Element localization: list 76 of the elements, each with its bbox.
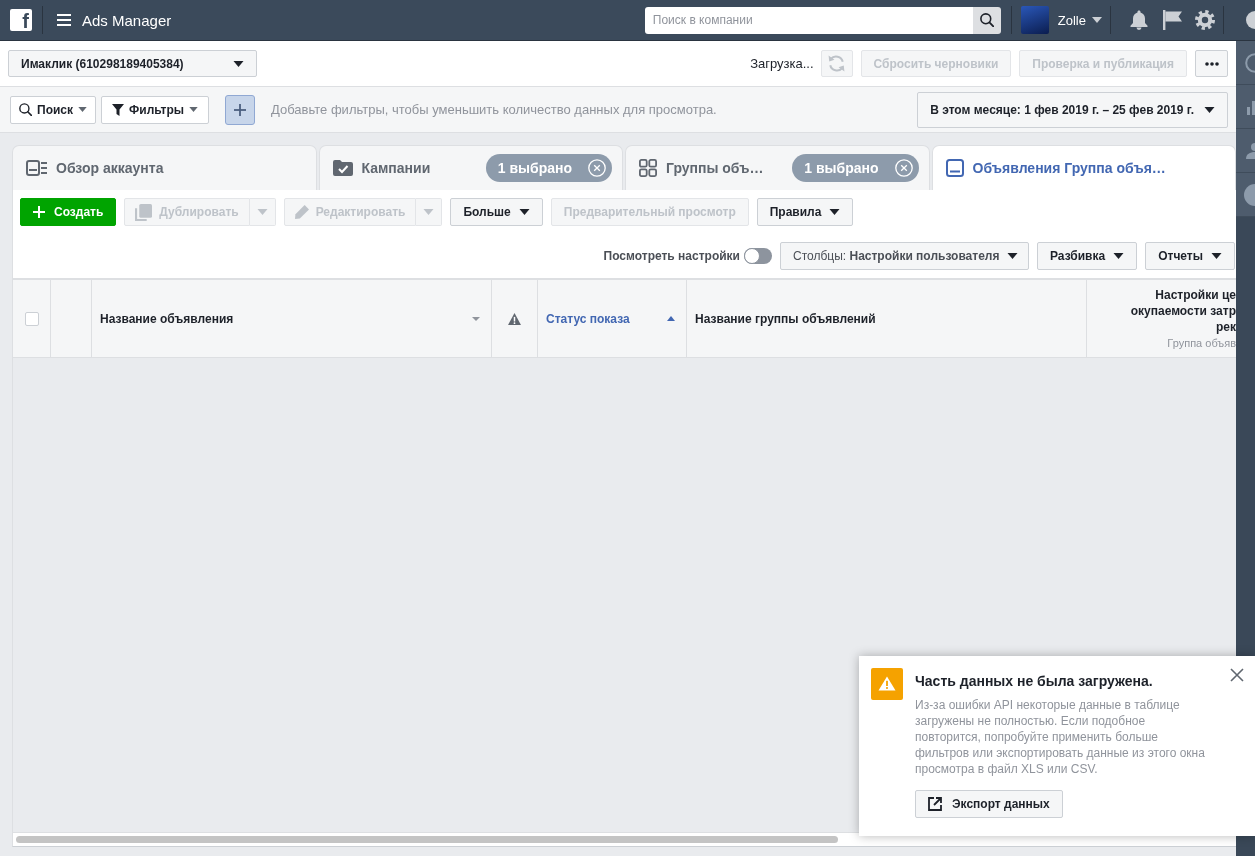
app-title: Ads Manager <box>82 11 172 29</box>
loading-status: Загрузка... <box>750 56 814 71</box>
search-button[interactable] <box>972 6 1001 34</box>
caret-icon <box>189 107 199 112</box>
caret-icon <box>78 107 87 112</box>
settings-toggle[interactable] <box>744 248 772 264</box>
plus-icon <box>33 206 45 218</box>
account-selector[interactable]: Имаклик (610298189405384) <box>8 50 257 77</box>
notification-title: Часть данных не была загружена. <box>915 672 1153 690</box>
dropdown-button[interactable]: Правила <box>756 198 854 226</box>
filter-hint: Добавьте фильтры, чтобы уменьшить количество данных для просмотра. <box>271 102 717 117</box>
sort-up-icon <box>667 316 675 321</box>
tab[interactable]: Группы объ… 1 выбрано <box>625 145 930 190</box>
caret-icon <box>829 209 841 215</box>
dashboard-icon <box>26 160 47 176</box>
column-header[interactable]: Название группы объявлений <box>695 311 876 326</box>
tab[interactable]: Кампании 1 выбрано <box>318 145 623 190</box>
date-range-button[interactable]: В этом месяце: 1 фев 2019 г. – 25 фев 2019 г. <box>917 91 1228 128</box>
caret-icon <box>1211 253 1222 259</box>
pencil-icon <box>294 205 309 219</box>
caret-icon <box>1204 106 1215 113</box>
filter-icon <box>112 103 124 116</box>
account-menu[interactable]: Zolle <box>1057 12 1102 28</box>
plus-icon <box>234 103 247 116</box>
caret-icon <box>1007 253 1019 259</box>
caret-icon <box>233 60 244 67</box>
search-icon <box>19 103 32 116</box>
search-icon <box>979 13 994 27</box>
toggle-label: Посмотреть настройки <box>603 249 740 263</box>
warning-icon <box>508 312 521 325</box>
tab[interactable]: Обзор аккаунта <box>12 145 317 190</box>
column-header[interactable]: Настройки це окупаемости затр рек <box>1130 286 1236 335</box>
flag-icon[interactable] <box>1163 10 1182 30</box>
export-icon <box>928 797 942 811</box>
dropdown-button[interactable]: Больше <box>450 198 543 226</box>
add-filter-button[interactable] <box>225 94 256 125</box>
select-all-checkbox[interactable] <box>24 311 39 326</box>
search-field[interactable]: Поиск в компании <box>644 6 973 34</box>
caret-icon <box>256 209 268 215</box>
reports-button[interactable]: Отчеты <box>1145 242 1235 270</box>
columns-button[interactable]: Столбцы: Настройки пользователя <box>780 242 1029 270</box>
account-logo-placeholder <box>1020 6 1049 34</box>
search-button[interactable]: Поиск <box>10 95 96 124</box>
bar-chart-icon[interactable] <box>1247 98 1255 115</box>
chip-label: 1 выбрано <box>497 160 572 176</box>
bell-icon[interactable] <box>1130 10 1148 30</box>
export-button[interactable]: Экспорт данных <box>915 790 1063 818</box>
tab[interactable]: Объявления Группа объя… <box>931 145 1236 190</box>
copy-icon <box>135 203 153 221</box>
clear-icon[interactable] <box>894 159 913 177</box>
logo[interactable]: f <box>10 9 32 31</box>
folder-check-icon <box>332 160 353 176</box>
column-header[interactable]: Название объявления <box>100 311 234 326</box>
caret-icon[interactable] <box>472 316 480 321</box>
more-icon <box>1204 61 1219 66</box>
column-header[interactable]: Статус показа <box>546 311 630 326</box>
refresh-icon <box>828 55 846 72</box>
warning-icon <box>871 668 903 700</box>
close-icon[interactable] <box>1230 668 1244 682</box>
clear-icon[interactable] <box>588 159 606 177</box>
grid-icon <box>639 159 657 177</box>
chip-label: 1 выбрано <box>804 160 879 176</box>
column-subtitle: Группа объяв <box>1167 335 1236 351</box>
caret-icon <box>518 209 530 215</box>
menu-icon[interactable] <box>57 14 71 26</box>
screen-icon <box>945 159 964 177</box>
scrollbar-thumb[interactable] <box>16 836 838 843</box>
breakdown-button[interactable]: Разбивка <box>1037 242 1138 270</box>
more-button[interactable] <box>1195 50 1228 77</box>
filters-button[interactable]: Фильтры <box>101 95 210 124</box>
caret-icon <box>1113 253 1125 259</box>
notification-message: Из-за ошибки API некоторые данные в таблице загружены не полностью. Если подобное повторится, попробуйте применить больше фильтров или экспортировать данные из этого окна просмотра в файл XLS или CSV. <box>915 697 1206 777</box>
person-icon[interactable] <box>1246 142 1255 159</box>
caret-icon <box>423 209 435 215</box>
settings-icon[interactable] <box>1195 10 1215 30</box>
caret-icon <box>1092 17 1102 23</box>
